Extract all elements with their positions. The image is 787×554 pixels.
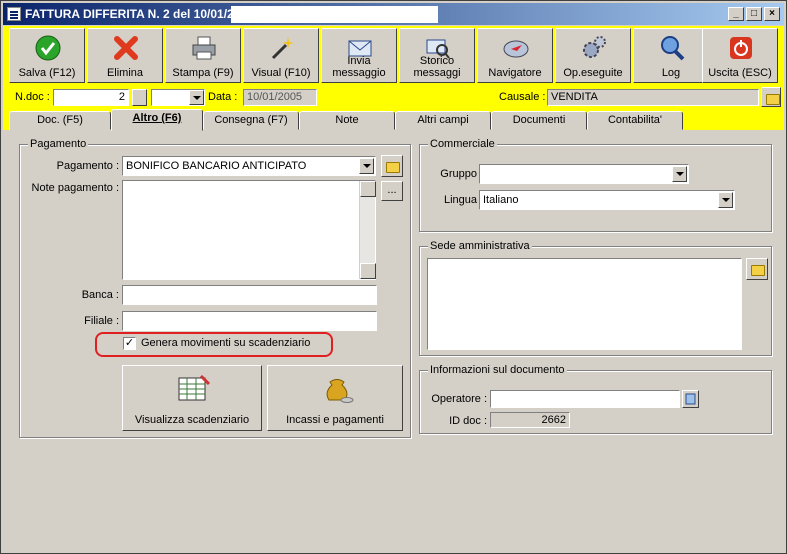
tab-altro[interactable]: Altro (F6) — [111, 109, 203, 131]
note-ellipsis-button[interactable]: ... — [381, 181, 403, 201]
gears-icon — [583, 36, 606, 58]
scroll-down-icon[interactable] — [360, 263, 376, 279]
iddoc-label: ID doc : — [449, 415, 487, 427]
tab-contabilita[interactable]: Contabilita' — [587, 111, 683, 130]
sede-textarea[interactable] — [427, 258, 742, 350]
magic-wand-icon — [271, 37, 294, 60]
pagamento-folder-icon[interactable] — [381, 155, 403, 177]
banca-label: Banca : — [81, 289, 119, 301]
send-message-label: Invia messaggio — [332, 55, 386, 79]
incassi-pagamenti-label: Incassi e pagamenti — [286, 414, 384, 426]
date-field[interactable]: 10/01/2005 — [243, 89, 317, 106]
title-redaction — [231, 6, 438, 23]
chevron-down-icon[interactable] — [189, 90, 204, 105]
visual-button[interactable]: Visual (F10) — [243, 28, 319, 83]
exit-button[interactable]: Uscita (ESC) — [702, 28, 778, 83]
message-history-label: Storico messaggi — [413, 55, 461, 79]
app-icon — [7, 7, 21, 21]
genera-checkbox[interactable]: ✓ — [123, 337, 136, 350]
banca-field[interactable] — [122, 285, 377, 305]
pagamento-label: Pagamento : — [56, 160, 119, 172]
scroll-up-icon[interactable] — [360, 181, 376, 197]
save-button[interactable]: Salva (F12) — [9, 28, 85, 83]
iddoc-field: 2662 — [490, 412, 570, 428]
lingua-dropdown-icon[interactable] — [718, 192, 733, 208]
tab-documenti[interactable]: Documenti — [491, 111, 587, 130]
note-pagamento-label: Note pagamento : — [31, 182, 119, 194]
document-info-row: N.doc : 2 Data : 10/01/2005 Causale : VE… — [3, 86, 784, 108]
ndoc-series-button[interactable] — [132, 89, 147, 106]
visualizza-scadenziario-button[interactable]: Visualizza scadenziario — [122, 365, 262, 431]
operatore-field[interactable] — [490, 390, 680, 408]
causale-label: Causale : — [499, 91, 546, 103]
spreadsheet-icon — [178, 374, 211, 401]
note-pagamento-textarea[interactable] — [122, 180, 376, 280]
window-controls: _ □ × — [728, 7, 780, 21]
pagamento-select[interactable]: BONIFICO BANCARIO ANTICIPATO — [122, 156, 376, 176]
filiale-label: Filiale : — [84, 315, 119, 327]
tab-note[interactable]: Note — [299, 111, 395, 130]
filiale-field[interactable] — [122, 311, 377, 331]
commerciale-group: Commerciale — [419, 138, 772, 232]
send-message-button[interactable]: Invia messaggio — [321, 28, 397, 83]
visual-label: Visual (F10) — [251, 67, 311, 79]
tab-altri-campi[interactable]: Altri campi — [395, 111, 491, 130]
visualizza-scadenziario-label: Visualizza scadenziario — [134, 414, 250, 426]
exit-label: Uscita (ESC) — [708, 67, 772, 79]
title-bar[interactable]: FATTURA DIFFERITA N. 2 del 10/01/2 _ □ × — [3, 3, 784, 25]
print-button[interactable]: Stampa (F9) — [165, 28, 241, 83]
maximize-button[interactable]: □ — [746, 7, 762, 21]
gruppo-select[interactable] — [479, 164, 689, 184]
ndoc-field[interactable]: 2 — [53, 89, 129, 106]
minimize-button[interactable]: _ — [728, 7, 744, 21]
data-label: Data : — [208, 91, 238, 103]
lookup-icon — [685, 393, 696, 405]
gruppo-dropdown-icon[interactable] — [672, 166, 687, 182]
causale-folder-icon[interactable] — [761, 87, 781, 107]
toolbar: Salva (F12) Elimina Stampa (F9) Visual (… — [3, 26, 784, 86]
x-icon — [114, 36, 138, 60]
main-window: FATTURA DIFFERITA N. 2 del 10/01/2 _ □ ×… — [0, 0, 787, 554]
causale-field[interactable]: VENDITA — [547, 89, 759, 106]
pagamento-dropdown-icon[interactable] — [359, 158, 374, 174]
tab-consegna[interactable]: Consegna (F7) — [203, 111, 299, 130]
pagamento-group-title: Pagamento — [28, 138, 89, 150]
tab-bar: Doc. (F5) Altro (F6) Consegna (F7) Note … — [3, 108, 784, 131]
check-icon — [35, 35, 61, 61]
tab-doc[interactable]: Doc. (F5) — [9, 111, 111, 130]
commerciale-group-title: Commerciale — [428, 138, 497, 150]
genera-label[interactable]: Genera movimenti su scadenziario — [141, 337, 310, 349]
message-history-button[interactable]: Storico messaggi — [399, 28, 475, 83]
ndoc-label: N.doc : — [15, 91, 50, 103]
navigator-button[interactable]: Navigatore — [477, 28, 553, 83]
delete-label: Elimina — [106, 67, 144, 79]
compass-icon — [503, 40, 529, 58]
operations-button[interactable]: Op.eseguite — [555, 28, 631, 83]
power-icon — [730, 37, 752, 59]
informazioni-group-title: Informazioni sul documento — [428, 364, 567, 376]
log-label: Log — [661, 67, 681, 79]
delete-button[interactable]: Elimina — [87, 28, 163, 83]
money-bag-icon — [326, 379, 354, 403]
lingua-select[interactable]: Italiano — [479, 190, 735, 210]
log-button[interactable]: Log — [633, 28, 709, 83]
magnifier-icon — [661, 36, 685, 61]
save-label: Salva (F12) — [18, 67, 76, 79]
printer-icon — [192, 36, 216, 60]
sede-group-title: Sede amministrativa — [428, 240, 532, 252]
lingua-label: Lingua — [443, 194, 477, 206]
print-label: Stampa (F9) — [172, 67, 234, 79]
gruppo-label: Gruppo — [440, 168, 477, 180]
operatore-lookup-button[interactable] — [682, 390, 699, 408]
incassi-pagamenti-button[interactable]: Incassi e pagamenti — [267, 365, 403, 431]
window-title: FATTURA DIFFERITA N. 2 del 10/01/2 — [25, 7, 234, 21]
operations-label: Op.eseguite — [563, 67, 623, 79]
sede-folder-icon[interactable] — [746, 258, 768, 280]
close-button[interactable]: × — [764, 7, 780, 21]
navigator-label: Navigatore — [488, 67, 542, 79]
operatore-label: Operatore : — [431, 393, 487, 405]
note-scrollbar[interactable] — [359, 181, 376, 279]
